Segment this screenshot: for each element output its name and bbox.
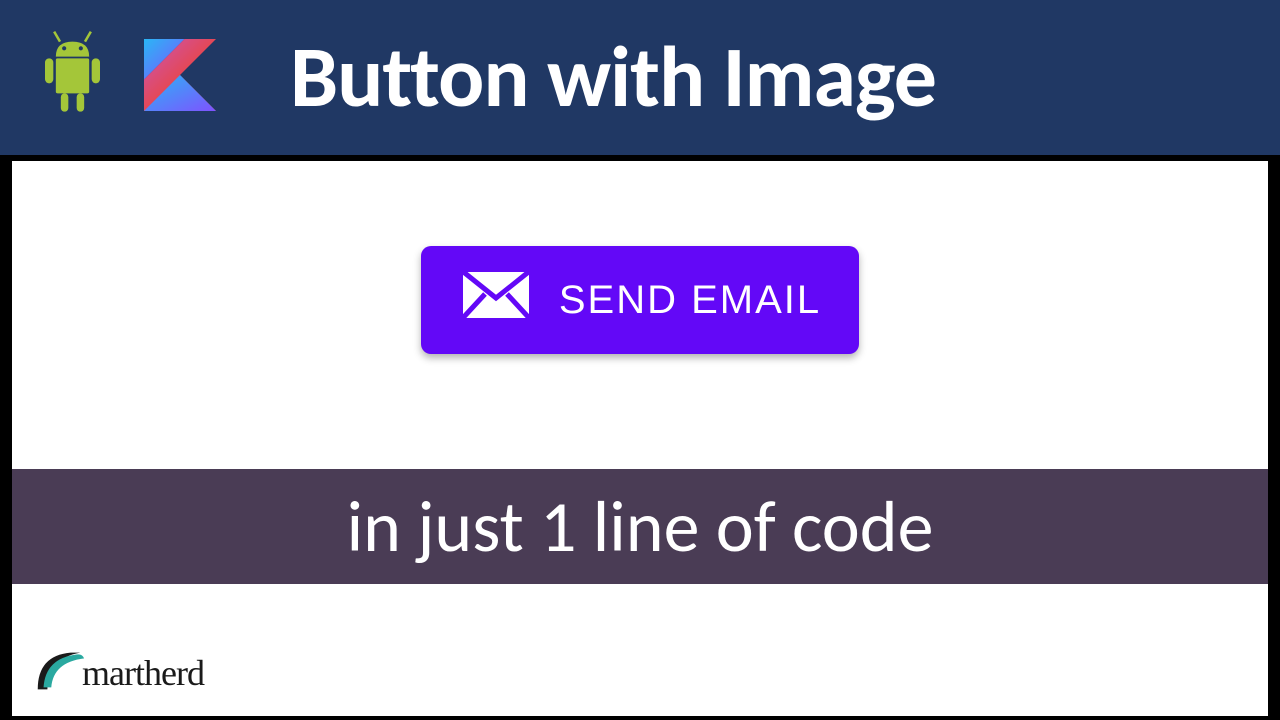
send-email-button-label: SEND EMAIL bbox=[559, 278, 821, 323]
send-email-button[interactable]: SEND EMAIL bbox=[421, 246, 859, 354]
kotlin-icon bbox=[135, 25, 225, 130]
subtitle-bar: in just 1 line of code bbox=[12, 469, 1268, 584]
header-bar: Button with Image bbox=[0, 0, 1280, 155]
envelope-icon bbox=[459, 268, 533, 332]
brand-logo-area: martherd bbox=[30, 641, 204, 704]
content-area: SEND EMAIL in just 1 line of code marthe… bbox=[12, 161, 1268, 716]
brand-swoosh-icon bbox=[30, 641, 88, 704]
brand-name: martherd bbox=[82, 652, 204, 694]
subtitle-text: in just 1 line of code bbox=[347, 483, 934, 571]
android-icon bbox=[30, 25, 115, 130]
page-title: Button with Image bbox=[290, 25, 936, 130]
